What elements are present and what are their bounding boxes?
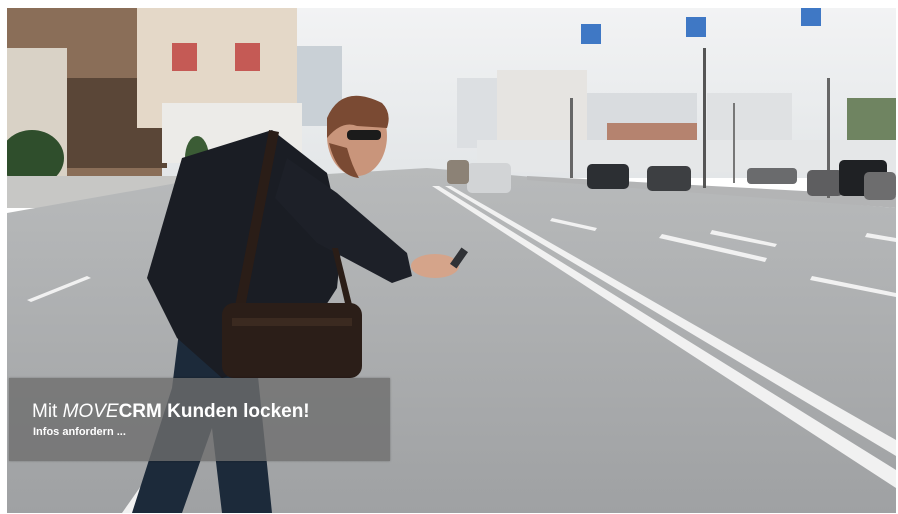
road [7, 168, 896, 513]
caption-prefix: Mit [32, 401, 63, 422]
caption-suffix: Kunden locken! [161, 401, 310, 422]
caption-title[interactable]: Mit MOVECRM Kunden locken! [32, 400, 310, 424]
info-request-link[interactable]: Infos anfordern ... [33, 425, 126, 439]
brand-crm: CRM [118, 401, 162, 422]
brand-move: MOVE [62, 401, 119, 422]
caption-box[interactable]: Mit MOVECRM Kunden locken! Infos anforde… [9, 378, 390, 461]
